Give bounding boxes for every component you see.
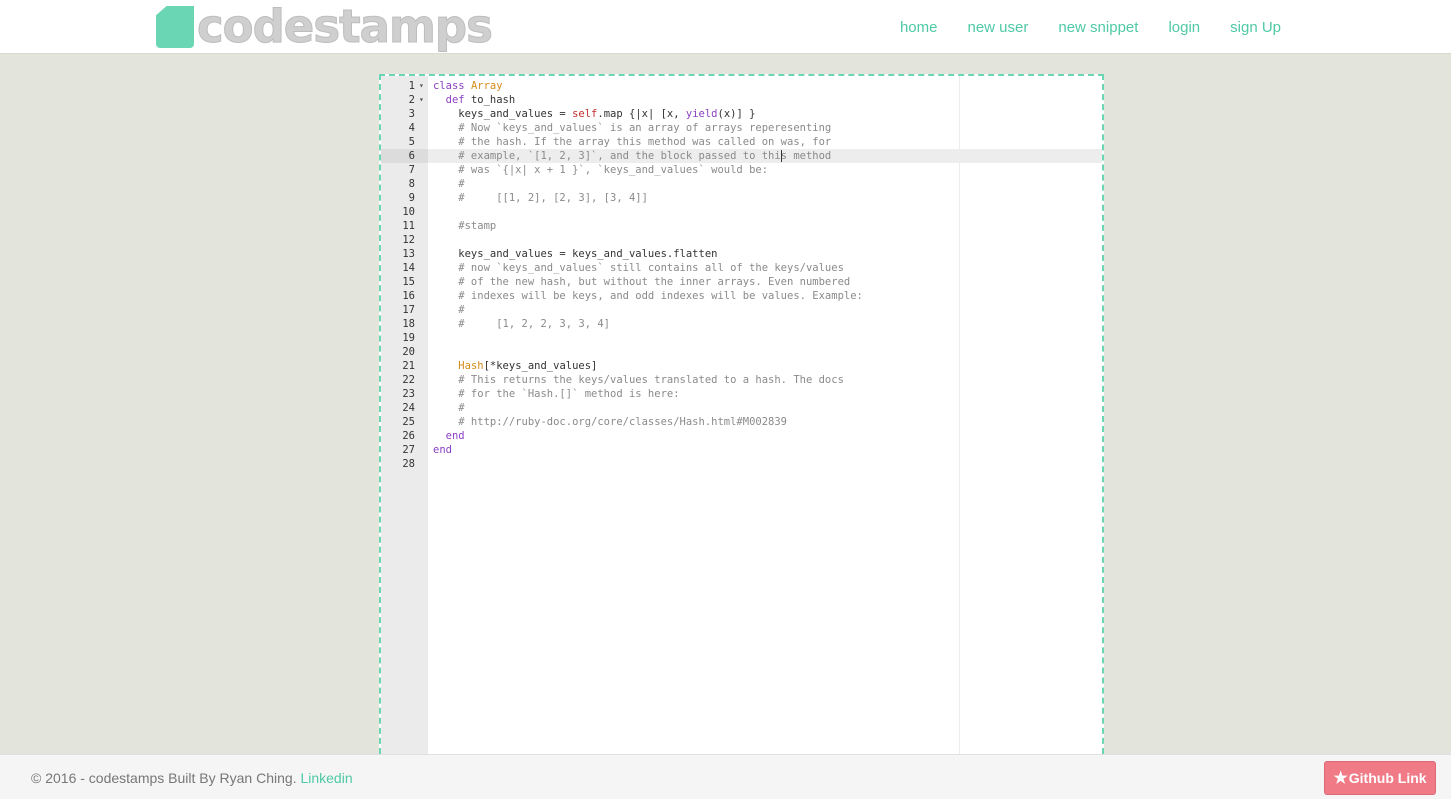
fold-arrow-icon[interactable]: ▾ bbox=[419, 79, 424, 93]
line-number: 26 bbox=[402, 430, 415, 442]
line-number: 6 bbox=[381, 149, 428, 163]
code-line[interactable]: 27 end bbox=[381, 443, 1102, 457]
code-line[interactable]: 5 # the hash. If the array this method w… bbox=[381, 135, 1102, 149]
nav-sign-up-link[interactable]: sign Up bbox=[1230, 19, 1281, 36]
line-number: 24 bbox=[402, 402, 415, 414]
code-line[interactable]: 26 end bbox=[381, 429, 1102, 443]
line-number: 4 bbox=[408, 122, 415, 134]
code-text: keys_and_values = self.map {|x| [x, yiel… bbox=[433, 108, 756, 120]
line-number: 15 bbox=[402, 276, 415, 288]
code-text: Hash[*keys_and_values] bbox=[458, 360, 598, 372]
line-number: 23 bbox=[402, 388, 415, 400]
line-number: 5 bbox=[408, 136, 415, 148]
code-line[interactable]: 19 bbox=[381, 331, 1102, 345]
code-line[interactable]: 8 # bbox=[381, 177, 1102, 191]
line-number: 14 bbox=[402, 262, 415, 274]
logo-text: codestamps bbox=[197, 0, 494, 53]
code-text: #stamp bbox=[433, 220, 497, 232]
code-line[interactable]: 1 ▾ class Array bbox=[381, 79, 1102, 93]
line-number: 11 bbox=[402, 220, 415, 232]
line-number: 28 bbox=[402, 458, 415, 470]
code-text: # bbox=[433, 402, 465, 414]
code-line[interactable]: 15 # of the new hash, but without the in… bbox=[381, 275, 1102, 289]
linkedin-link[interactable]: Linkedin bbox=[300, 770, 352, 786]
code-text: end bbox=[445, 430, 465, 442]
footer: © 2016 - codestamps Built By Ryan Ching.… bbox=[0, 754, 1451, 799]
code-text: # [1, 2, 2, 3, 3, 4] bbox=[433, 318, 611, 330]
logo[interactable]: codestamps bbox=[156, 0, 494, 53]
line-number: 9 bbox=[408, 192, 415, 204]
code-text: end bbox=[433, 444, 452, 456]
line-number: 17 bbox=[402, 304, 415, 316]
navbar: codestamps home new user new snippet log… bbox=[0, 0, 1451, 54]
nav-new-user-link[interactable]: new user bbox=[968, 19, 1029, 36]
code-line[interactable]: 16 # indexes will be keys, and odd index… bbox=[381, 289, 1102, 303]
github-link-label: Github Link bbox=[1348, 770, 1427, 786]
code-text: def to_hash bbox=[445, 94, 516, 106]
text-cursor bbox=[781, 150, 783, 162]
star-icon: ★ bbox=[1333, 770, 1348, 787]
line-number: 25 bbox=[402, 416, 415, 428]
code-line[interactable]: 2 ▾ def to_hash bbox=[381, 93, 1102, 107]
nav-links: home new user new snippet login sign Up bbox=[900, 19, 1281, 36]
nav-login-link[interactable]: login bbox=[1168, 19, 1200, 36]
footer-text: © 2016 - codestamps Built By Ryan Ching.… bbox=[31, 770, 353, 786]
code-line[interactable]: 25 # http://ruby-doc.org/core/classes/Ha… bbox=[381, 415, 1102, 429]
line-number: 18 bbox=[402, 318, 415, 330]
line-number: 19 bbox=[402, 332, 415, 344]
github-link-button[interactable]: ★ Github Link bbox=[1324, 761, 1436, 795]
nav-new-snippet-link[interactable]: new snippet bbox=[1058, 19, 1138, 36]
code-line[interactable]: 6 # example, `[1, 2, 3]`, and the block … bbox=[381, 149, 1102, 163]
code-line[interactable]: 11 #stamp bbox=[381, 219, 1102, 233]
code-text: # bbox=[433, 178, 465, 190]
code-text: # http://ruby-doc.org/core/classes/Hash.… bbox=[433, 416, 788, 428]
code-text: # was `{|x| x + 1 }`, `keys_and_values` … bbox=[433, 164, 769, 176]
line-number: 16 bbox=[402, 290, 415, 302]
code-text: # [[1, 2], [2, 3], [3, 4]] bbox=[433, 192, 648, 204]
line-number: 27 bbox=[402, 444, 415, 456]
code-text: # indexes will be keys, and odd indexes … bbox=[433, 290, 863, 302]
code-text: # This returns the keys/values translate… bbox=[433, 374, 844, 386]
code-text: # the hash. If the array this method was… bbox=[433, 136, 832, 148]
code-text: class Array bbox=[433, 80, 503, 92]
code-line[interactable]: 24 # bbox=[381, 401, 1102, 415]
line-number: 22 bbox=[402, 374, 415, 386]
code-line[interactable]: 28 bbox=[381, 457, 1102, 471]
code-text: keys_and_values = keys_and_values.flatte… bbox=[433, 248, 718, 260]
line-number: 12 bbox=[402, 234, 415, 246]
code-line[interactable]: 22 # This returns the keys/values transl… bbox=[381, 373, 1102, 387]
code-line[interactable]: 14 # now `keys_and_values` still contain… bbox=[381, 261, 1102, 275]
code-text: # now `keys_and_values` still contains a… bbox=[433, 262, 844, 274]
code-text: # example, `[1, 2, 3]`, and the block pa… bbox=[433, 150, 832, 162]
code-line[interactable]: 9 # [[1, 2], [2, 3], [3, 4]] bbox=[381, 191, 1102, 205]
code-text: # bbox=[433, 304, 465, 316]
code-line[interactable]: 10 bbox=[381, 205, 1102, 219]
code-text: # of the new hash, but without the inner… bbox=[433, 276, 851, 288]
code-editor[interactable]: 1 ▾ class Array 2 ▾ def to_hash 3 keys_and_va… bbox=[379, 74, 1104, 764]
line-number: 20 bbox=[402, 346, 415, 358]
code-line[interactable]: 4 # Now `keys_and_values` is an array of… bbox=[381, 121, 1102, 135]
code-lines[interactable]: 1 ▾ class Array 2 ▾ def to_hash 3 keys_and_va… bbox=[381, 79, 1102, 471]
line-number: 21 bbox=[402, 360, 415, 372]
nav-home-link[interactable]: home bbox=[900, 19, 938, 36]
code-line[interactable]: 23 # for the `Hash.[]` method is here: bbox=[381, 387, 1102, 401]
line-number: 13 bbox=[402, 248, 415, 260]
line-number: 10 bbox=[402, 206, 415, 218]
code-line[interactable]: 13 keys_and_values = keys_and_values.fla… bbox=[381, 247, 1102, 261]
line-number: 8 bbox=[408, 178, 415, 190]
code-line[interactable]: 20 bbox=[381, 345, 1102, 359]
code-line[interactable]: 3 keys_and_values = self.map {|x| [x, yi… bbox=[381, 107, 1102, 121]
copyright-text: © 2016 - codestamps Built By Ryan Ching. bbox=[31, 770, 297, 786]
code-line[interactable]: 18 # [1, 2, 2, 3, 3, 4] bbox=[381, 317, 1102, 331]
line-number: 3 bbox=[408, 108, 415, 120]
logo-stamp-icon bbox=[156, 6, 194, 48]
code-text: # for the `Hash.[]` method is here: bbox=[433, 388, 680, 400]
code-line[interactable]: 17 # bbox=[381, 303, 1102, 317]
code-line[interactable]: 12 bbox=[381, 233, 1102, 247]
fold-arrow-icon[interactable]: ▾ bbox=[419, 93, 424, 107]
code-text: # Now `keys_and_values` is an array of a… bbox=[433, 122, 832, 134]
line-number: 7 bbox=[408, 164, 415, 176]
code-line[interactable]: 7 # was `{|x| x + 1 }`, `keys_and_values… bbox=[381, 163, 1102, 177]
code-line[interactable]: 21 Hash[*keys_and_values] bbox=[381, 359, 1102, 373]
